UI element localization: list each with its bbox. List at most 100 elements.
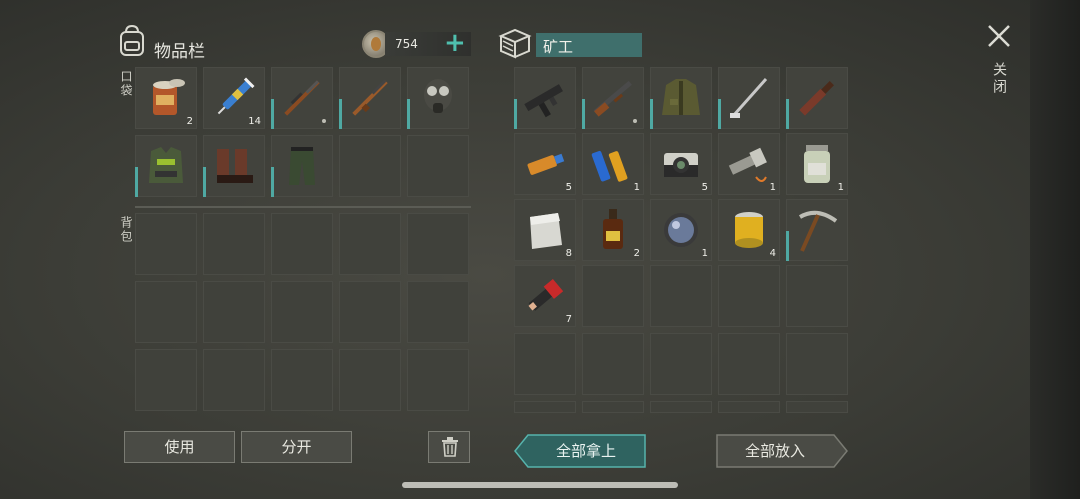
empty-slot[interactable] xyxy=(203,349,265,411)
empty-slot[interactable] xyxy=(514,333,576,395)
container-slot[interactable]: 5 xyxy=(514,133,576,195)
container-slot[interactable]: 1 xyxy=(786,133,848,195)
inventory-slot[interactable] xyxy=(271,67,333,129)
inventory-slot[interactable]: 14 xyxy=(203,67,265,129)
air-filter-icon xyxy=(735,212,763,248)
container-slot[interactable]: 2 xyxy=(582,199,644,261)
empty-slot[interactable] xyxy=(582,401,644,413)
container-slot[interactable]: 7 xyxy=(514,265,576,327)
empty-slot[interactable] xyxy=(339,135,401,197)
empty-slot[interactable] xyxy=(786,401,848,413)
empty-slot[interactable] xyxy=(271,349,333,411)
container-slot[interactable] xyxy=(786,67,848,129)
empty-slot[interactable] xyxy=(407,213,469,275)
close-label[interactable]: 关闭 xyxy=(989,62,1009,96)
empty-slot[interactable] xyxy=(514,401,576,413)
inventory-slot[interactable] xyxy=(271,135,333,197)
container-name-box: 矿工 xyxy=(536,33,642,57)
empty-slot[interactable] xyxy=(582,333,644,395)
empty-slot[interactable] xyxy=(718,401,780,413)
usb-drive-icon xyxy=(527,153,565,175)
vest-armor-icon xyxy=(149,147,183,183)
container-slot[interactable] xyxy=(650,67,712,129)
empty-slot[interactable] xyxy=(135,349,197,411)
empty-slot[interactable] xyxy=(203,213,265,275)
pants-icon xyxy=(289,147,315,185)
durability-bar xyxy=(407,99,410,129)
flashlight-icon xyxy=(728,147,767,182)
backpack-label: 背包 xyxy=(119,216,133,244)
empty-slot[interactable] xyxy=(407,281,469,343)
item-count: 1 xyxy=(837,182,844,193)
container-slot[interactable] xyxy=(582,67,644,129)
empty-slot[interactable] xyxy=(407,349,469,411)
hunting-rifle-icon xyxy=(284,80,320,116)
metal-plate-icon xyxy=(530,213,562,249)
add-currency-button[interactable]: + xyxy=(444,28,466,58)
empty-slot[interactable] xyxy=(650,401,712,413)
empty-slot[interactable] xyxy=(407,135,469,197)
container-slot[interactable]: 1 xyxy=(718,133,780,195)
empty-slot[interactable] xyxy=(135,213,197,275)
empty-slot[interactable] xyxy=(786,265,848,327)
container-slot[interactable] xyxy=(786,199,848,261)
empty-slot[interactable] xyxy=(582,265,644,327)
put-all-button[interactable]: 全部放入 xyxy=(718,434,832,468)
golf-club-icon xyxy=(730,78,768,118)
empty-slot[interactable] xyxy=(271,281,333,343)
batteries-icon xyxy=(591,150,628,182)
rifle-icon xyxy=(352,79,388,116)
container-slot[interactable]: 1 xyxy=(650,199,712,261)
empty-slot[interactable] xyxy=(271,213,333,275)
empty-slot[interactable] xyxy=(339,281,401,343)
pill-bottle-icon xyxy=(804,145,830,183)
item-count: 1 xyxy=(769,182,776,193)
empty-slot[interactable] xyxy=(339,213,401,275)
item-count: 1 xyxy=(701,248,708,259)
durability-bar xyxy=(718,99,721,129)
syringe-icon xyxy=(217,77,255,115)
empty-slot[interactable] xyxy=(135,281,197,343)
container-slot[interactable]: 4 xyxy=(718,199,780,261)
take-all-button[interactable]: 全部拿上 xyxy=(530,434,642,468)
empty-slot[interactable] xyxy=(339,349,401,411)
trash-button[interactable] xyxy=(428,431,470,463)
inventory-slot[interactable] xyxy=(407,67,469,129)
container-slot[interactable] xyxy=(718,67,780,129)
container-slot[interactable]: 5 xyxy=(650,133,712,195)
empty-slot[interactable] xyxy=(650,333,712,395)
durability-bar xyxy=(582,99,585,129)
split-button[interactable]: 分开 xyxy=(241,431,352,463)
use-button[interactable]: 使用 xyxy=(124,431,235,463)
close-icon[interactable] xyxy=(985,22,1013,50)
empty-slot[interactable] xyxy=(718,333,780,395)
item-count: 14 xyxy=(248,116,261,127)
right-edge-strip xyxy=(1030,0,1080,499)
durability-bar xyxy=(650,99,653,129)
status-dot xyxy=(322,119,326,123)
inventory-slot[interactable] xyxy=(339,67,401,129)
item-count: 5 xyxy=(565,182,572,193)
empty-slot[interactable] xyxy=(203,281,265,343)
inventory-slot[interactable] xyxy=(203,135,265,197)
container-slot[interactable] xyxy=(514,67,576,129)
durability-bar xyxy=(786,231,789,261)
inventory-slot[interactable]: 2 xyxy=(135,67,197,129)
durability-bar xyxy=(339,99,342,129)
durability-bar xyxy=(271,167,274,197)
item-count: 1 xyxy=(633,182,640,193)
empty-slot[interactable] xyxy=(650,265,712,327)
item-count: 2 xyxy=(186,116,193,127)
currency-value: 754 xyxy=(395,37,418,51)
inventory-title: 物品栏 xyxy=(154,42,205,62)
empty-slot[interactable] xyxy=(718,265,780,327)
empty-slot[interactable] xyxy=(786,333,848,395)
inventory-slot[interactable] xyxy=(135,135,197,197)
durability-bar xyxy=(203,167,206,197)
status-dot xyxy=(633,119,637,123)
container-slot[interactable]: 1 xyxy=(582,133,644,195)
smg-icon xyxy=(524,84,563,118)
durability-bar xyxy=(514,99,517,129)
durability-bar xyxy=(786,99,789,129)
container-slot[interactable]: 8 xyxy=(514,199,576,261)
